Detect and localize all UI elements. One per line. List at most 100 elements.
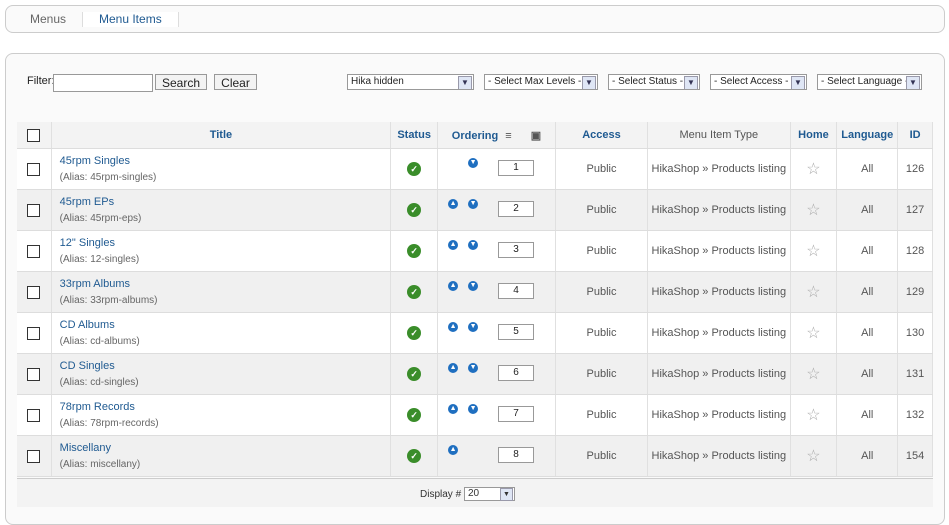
- order-input[interactable]: 1: [498, 160, 535, 176]
- move-down-icon[interactable]: ▼: [468, 281, 479, 291]
- item-alias: (Alias: cd-singles): [59, 377, 139, 388]
- sort-icon[interactable]: ≡: [505, 130, 511, 142]
- search-button[interactable]: Search: [155, 74, 207, 90]
- row-checkbox[interactable]: [27, 244, 41, 258]
- item-title-link[interactable]: 45rpm EPs: [60, 196, 391, 208]
- order-input[interactable]: 6: [498, 365, 535, 381]
- star-icon[interactable]: ☆: [806, 366, 820, 383]
- move-down-icon[interactable]: ▼: [468, 199, 479, 209]
- chevron-down-icon: ▼: [458, 76, 472, 89]
- published-check-icon[interactable]: ✓: [407, 449, 422, 463]
- access-header[interactable]: Access: [555, 122, 649, 149]
- clear-button[interactable]: Clear: [214, 74, 257, 90]
- access-select[interactable]: - Select Access - ▼: [710, 74, 807, 90]
- filter-input[interactable]: [53, 74, 153, 92]
- move-down-icon[interactable]: ▼: [468, 322, 479, 332]
- item-title-link[interactable]: 45rpm Singles: [60, 155, 391, 167]
- status-select-value: - Select Status -: [612, 76, 684, 87]
- order-input[interactable]: 3: [498, 242, 535, 258]
- published-check-icon[interactable]: ✓: [407, 367, 422, 381]
- language-header[interactable]: Language: [836, 122, 899, 149]
- move-up-icon[interactable]: ▲: [448, 240, 459, 250]
- display-count-select[interactable]: 20 ▼: [464, 487, 515, 501]
- chevron-down-icon: ▼: [500, 488, 513, 501]
- ordering-cell: ▲ ▼ 3: [437, 230, 556, 272]
- menu-item-type-cell: HikaShop » Products listing: [647, 394, 791, 436]
- access-cell: Public: [555, 312, 649, 354]
- order-input[interactable]: 8: [498, 447, 535, 463]
- move-up-icon[interactable]: ▲: [448, 445, 459, 455]
- max-levels-select[interactable]: - Select Max Levels - ▼: [484, 74, 598, 90]
- menu-item-type-cell: HikaShop » Products listing: [647, 435, 791, 477]
- move-up-icon[interactable]: ▲: [448, 404, 459, 414]
- published-check-icon[interactable]: ✓: [407, 408, 422, 422]
- star-icon[interactable]: ☆: [806, 284, 820, 301]
- row-checkbox[interactable]: [27, 326, 41, 340]
- move-down-icon[interactable]: ▼: [468, 404, 479, 414]
- order-input[interactable]: 4: [498, 283, 535, 299]
- star-icon[interactable]: ☆: [806, 407, 820, 424]
- item-title-link[interactable]: CD Albums: [60, 319, 391, 331]
- save-order-icon[interactable]: ▣: [531, 130, 541, 142]
- menu-select[interactable]: Hika hidden ▼: [347, 74, 474, 90]
- move-up-icon[interactable]: ▲: [448, 281, 459, 291]
- row-checkbox[interactable]: [27, 203, 41, 217]
- published-check-icon[interactable]: ✓: [407, 162, 422, 176]
- item-title-link[interactable]: Miscellany: [60, 442, 391, 454]
- ordering-header: Ordering ≡ ▣: [437, 122, 556, 149]
- tab-menus[interactable]: Menus: [30, 12, 66, 26]
- id-header[interactable]: ID: [897, 122, 933, 149]
- status-select[interactable]: - Select Status - ▼: [608, 74, 700, 90]
- row-checkbox[interactable]: [27, 449, 41, 463]
- move-down-icon[interactable]: ▼: [468, 240, 479, 250]
- row-checkbox-cell: [17, 230, 52, 272]
- item-title-link[interactable]: 12" Singles: [60, 237, 391, 249]
- star-icon[interactable]: ☆: [806, 202, 820, 219]
- select-all-checkbox[interactable]: [27, 128, 41, 142]
- row-checkbox-cell: [17, 312, 52, 354]
- item-title-link[interactable]: 78rpm Records: [60, 401, 391, 413]
- order-input[interactable]: 7: [498, 406, 535, 422]
- move-up-icon[interactable]: ▲: [448, 322, 459, 332]
- language-select-value: - Select Language -: [821, 76, 909, 87]
- order-input[interactable]: 5: [498, 324, 535, 340]
- row-checkbox[interactable]: [27, 162, 41, 176]
- published-check-icon[interactable]: ✓: [407, 203, 422, 217]
- select-all-header: [17, 122, 52, 149]
- language-select[interactable]: - Select Language - ▼: [817, 74, 922, 90]
- menu-item-type-cell: HikaShop » Products listing: [647, 148, 791, 190]
- status-cell: ✓: [390, 148, 439, 190]
- row-checkbox[interactable]: [27, 408, 41, 422]
- order-input[interactable]: 2: [498, 201, 535, 217]
- row-checkbox[interactable]: [27, 367, 41, 381]
- tab-menu-items[interactable]: Menu Items: [82, 12, 179, 27]
- published-check-icon[interactable]: ✓: [407, 244, 422, 258]
- title-header[interactable]: Title: [51, 122, 392, 149]
- ordering-header-label[interactable]: Ordering: [452, 130, 498, 142]
- item-title-link[interactable]: 33rpm Albums: [60, 278, 391, 290]
- max-levels-select-value: - Select Max Levels -: [488, 76, 582, 87]
- item-title-link[interactable]: CD Singles: [60, 360, 391, 372]
- published-check-icon[interactable]: ✓: [407, 326, 422, 340]
- display-count-value: 20: [468, 488, 480, 499]
- menu-item-type-header: Menu Item Type: [647, 122, 791, 149]
- move-down-icon[interactable]: ▼: [468, 363, 479, 373]
- row-checkbox-cell: [17, 353, 52, 395]
- menu-item-type-cell: HikaShop » Products listing: [647, 189, 791, 231]
- published-check-icon[interactable]: ✓: [407, 285, 422, 299]
- row-checkbox[interactable]: [27, 285, 41, 299]
- language-cell: All: [836, 353, 899, 395]
- menu-item-type-cell: HikaShop » Products listing: [647, 353, 791, 395]
- star-icon[interactable]: ☆: [806, 243, 820, 260]
- move-down-icon[interactable]: ▼: [468, 158, 479, 168]
- language-cell: All: [836, 271, 899, 313]
- status-header[interactable]: Status: [390, 122, 439, 149]
- status-cell: ✓: [390, 394, 439, 436]
- star-icon[interactable]: ☆: [806, 448, 820, 465]
- star-icon[interactable]: ☆: [806, 325, 820, 342]
- title-cell: CD Singles (Alias: cd-singles): [51, 353, 392, 395]
- move-up-icon[interactable]: ▲: [448, 363, 459, 373]
- star-icon[interactable]: ☆: [806, 161, 820, 178]
- move-up-icon[interactable]: ▲: [448, 199, 459, 209]
- home-header[interactable]: Home: [790, 122, 838, 149]
